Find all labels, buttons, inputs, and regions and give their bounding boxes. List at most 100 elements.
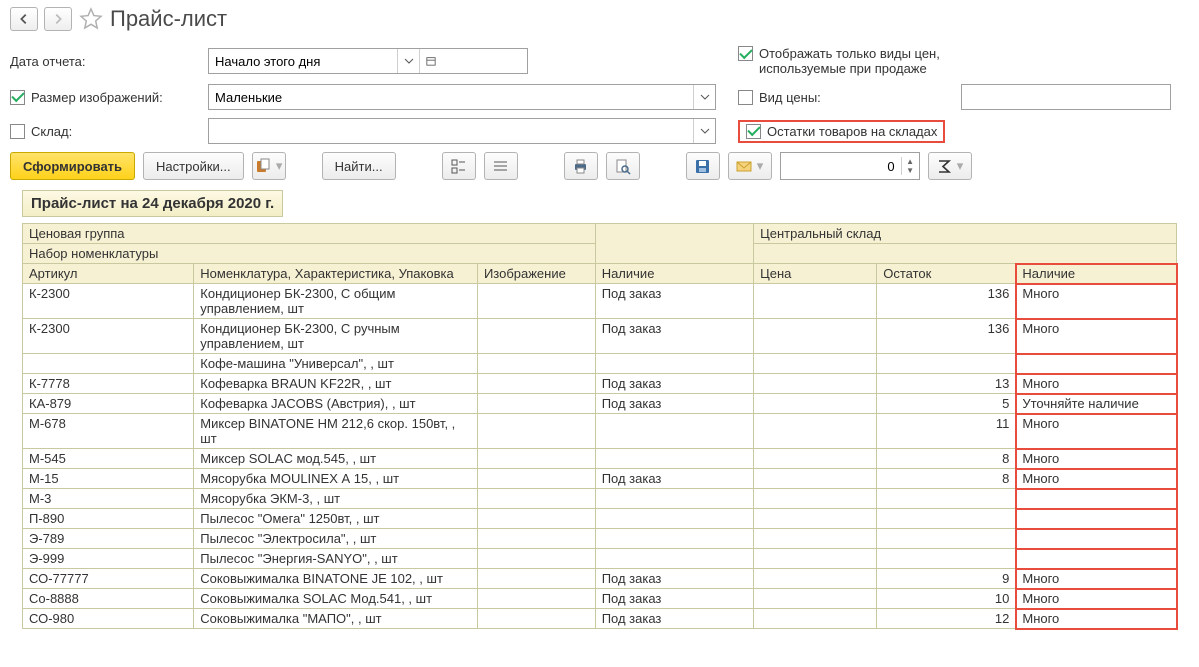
checkbox-icon[interactable] [738,46,753,61]
cell-availability [595,509,753,529]
cell-nom: Кофе-машина "Универсал", , шт [194,354,478,374]
table-row: СО-980Соковыжималка "МАПО", , штПод зака… [23,609,1177,629]
cell-availability2 [1016,354,1177,374]
cell-balance: 11 [877,414,1016,449]
cell-price [754,549,877,569]
cell-image [477,374,595,394]
checkbox-icon[interactable] [738,90,753,105]
spin-up-icon[interactable]: ▲ [902,157,919,166]
cell-image [477,469,595,489]
header-availability: Наличие [595,264,753,284]
cell-image [477,319,595,354]
cell-nom: Кондиционер БК-2300, С ручным управление… [194,319,478,354]
cell-nom: Пылесос "Энергия-SANYO", , шт [194,549,478,569]
favorite-star-icon[interactable] [78,6,104,32]
cell-availability2: Много [1016,609,1177,629]
cell-price [754,469,877,489]
back-button[interactable] [10,7,38,31]
cell-price [754,414,877,449]
table-row: СО-77777Соковыжималка BINATONE JE 102, ,… [23,569,1177,589]
header-image: Изображение [477,264,595,284]
cell-balance: 136 [877,319,1016,354]
settings-button[interactable]: Настройки... [143,152,244,180]
date-label: Дата отчета: [10,54,86,69]
cell-price [754,354,877,374]
cell-availability [595,414,753,449]
save-button[interactable] [686,152,720,180]
cell-price [754,394,877,414]
cell-balance: 12 [877,609,1016,629]
table-row: П-890Пылесос "Омега" 1250вт, , шт [23,509,1177,529]
cell-availability: Под заказ [595,589,753,609]
cell-balance: 5 [877,394,1016,414]
table-row: К-2300Кондиционер БК-2300, С общим управ… [23,284,1177,319]
cell-availability: Под заказ [595,569,753,589]
cell-availability [595,354,753,374]
warehouse-select[interactable] [208,118,716,144]
date-field[interactable] [209,49,397,73]
cell-nom: Соковыжималка SOLAC Мод.541, , шт [194,589,478,609]
cell-availability2: Много [1016,284,1177,319]
cell-price [754,609,877,629]
paste-button[interactable]: ▾ [252,152,286,180]
cell-article: М-3 [23,489,194,509]
warehouse-field[interactable] [209,119,693,143]
collapse-groups-button[interactable] [484,152,518,180]
cell-article: Со-8888 [23,589,194,609]
dropdown-icon[interactable] [693,119,715,143]
cell-image [477,549,595,569]
forward-button[interactable] [44,7,72,31]
spin-down-icon[interactable]: ▼ [902,166,919,175]
number-input[interactable]: ▲▼ [780,152,920,180]
cell-availability [595,449,753,469]
dropdown-icon[interactable] [693,85,715,109]
header-balance: Остаток [877,264,1016,284]
only-sale-prices-checkbox[interactable]: Отображать только виды цен, используемые… [738,46,940,76]
cell-nom: Миксер SOLAC мод.545, , шт [194,449,478,469]
cell-image [477,449,595,469]
table-row: К-7778Кофеварка BRAUN KF22R, , штПод зак… [23,374,1177,394]
sum-button[interactable]: ▾ [928,152,972,180]
cell-image [477,284,595,319]
table-row: Кофе-машина "Универсал", , шт [23,354,1177,374]
stock-checkbox[interactable]: Остатки товаров на складах [738,120,945,143]
only-sale-prices-label-2: используемые при продаже [759,61,927,76]
cell-price [754,589,877,609]
warehouse-checkbox[interactable] [10,124,25,139]
cell-article [23,354,194,374]
img-size-field[interactable] [209,85,693,109]
price-type-input[interactable] [961,84,1171,110]
cell-article: М-15 [23,469,194,489]
cell-article: П-890 [23,509,194,529]
print-button[interactable] [564,152,598,180]
generate-button[interactable]: Сформировать [10,152,135,180]
cell-price [754,489,877,509]
cell-price [754,569,877,589]
dropdown-icon[interactable] [397,49,419,73]
header-nom-set: Набор номенклатуры [23,244,596,264]
preview-button[interactable] [606,152,640,180]
table-row: КА-879Кофеварка JACOBS (Австрия), , штПо… [23,394,1177,414]
cell-availability2 [1016,549,1177,569]
date-input[interactable] [208,48,528,74]
checkbox-icon[interactable] [746,124,761,139]
cell-price [754,319,877,354]
cell-nom: Миксер BINATONE HM 212,6 скор. 150вт, , … [194,414,478,449]
calendar-icon[interactable] [419,49,441,73]
number-field[interactable] [781,159,901,174]
table-row: М-15Мясорубка MOULINEX А 15, , штПод зак… [23,469,1177,489]
img-size-select[interactable] [208,84,716,110]
cell-article: СО-77777 [23,569,194,589]
header-nom: Номенклатура, Характеристика, Упаковка [194,264,478,284]
report-title: Прайс-лист на 24 декабря 2020 г. [22,190,283,217]
expand-groups-button[interactable] [442,152,476,180]
price-type-checkbox[interactable]: Вид цены: [738,90,821,105]
cell-availability2: Много [1016,319,1177,354]
email-button[interactable]: ▾ [728,152,772,180]
cell-image [477,569,595,589]
img-size-checkbox[interactable] [10,90,25,105]
cell-image [477,394,595,414]
price-type-field[interactable] [962,85,1170,109]
header-article: Артикул [23,264,194,284]
find-button[interactable]: Найти... [322,152,396,180]
